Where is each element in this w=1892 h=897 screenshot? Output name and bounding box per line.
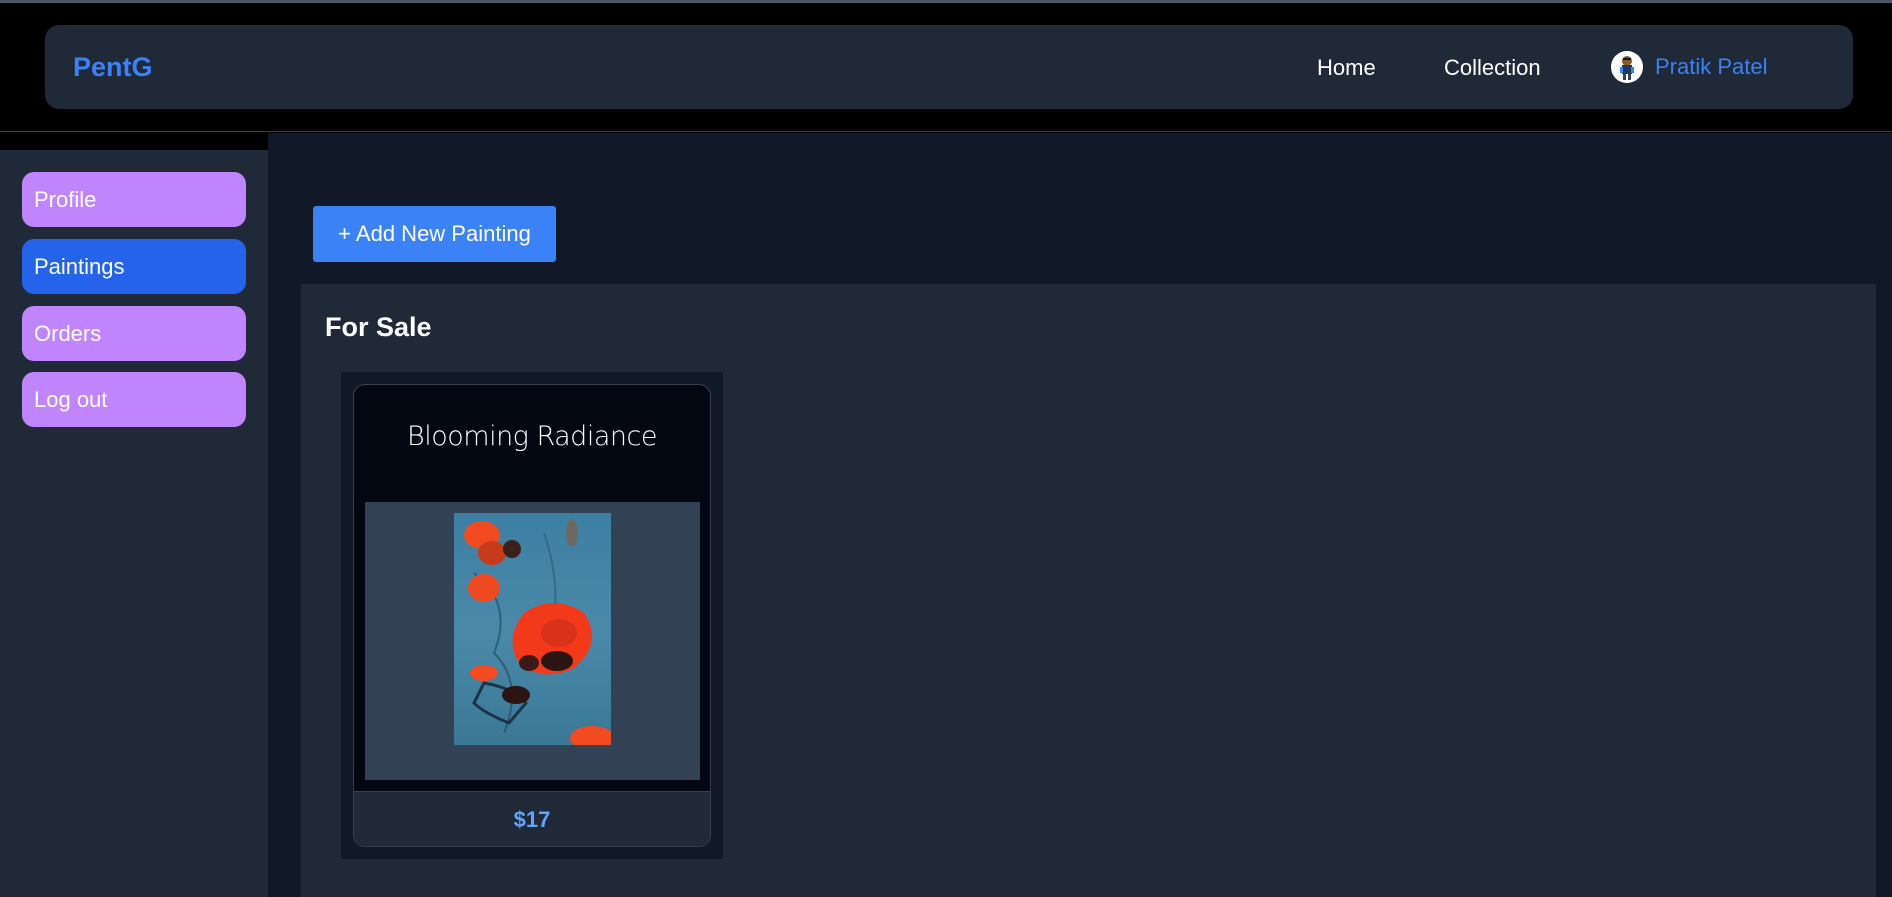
add-new-painting-button[interactable]: + Add New Painting — [313, 206, 556, 262]
sidebar-item-label: Profile — [34, 186, 97, 212]
painting-image-frame — [365, 502, 700, 780]
for-sale-section: For Sale Blooming Radiance $17 — [301, 284, 1876, 897]
nav-collection-link[interactable]: Collection — [1444, 55, 1541, 81]
top-bar: PentG Home Collection Pratik Patel — [0, 0, 1892, 132]
painting-card-container: Blooming Radiance $17 — [341, 372, 723, 859]
section-title: For Sale — [325, 312, 432, 342]
brand-logo[interactable]: PentG — [73, 52, 153, 83]
nav-home-link[interactable]: Home — [1317, 55, 1376, 81]
navbar: PentG Home Collection Pratik Patel — [45, 25, 1853, 109]
sidebar-item-label: Orders — [34, 320, 102, 346]
sidebar-item-orders[interactable]: Orders — [22, 306, 246, 361]
painting-card-footer: $17 — [354, 791, 710, 846]
painting-title: Blooming Radiance — [407, 421, 657, 452]
painting-card[interactable]: Blooming Radiance $17 — [353, 384, 711, 847]
sidebar-item-label: Log out — [34, 386, 108, 412]
sidebar: Profile Paintings Orders Log out — [0, 150, 268, 897]
painting-image — [454, 513, 611, 745]
avatar — [1611, 51, 1643, 83]
sidebar-item-label: Paintings — [34, 253, 125, 279]
user-menu[interactable]: Pratik Patel — [1611, 50, 1768, 84]
abstract-red-poppies-painting — [454, 513, 611, 745]
sidebar-item-profile[interactable]: Profile — [22, 172, 246, 227]
user-name-link[interactable]: Pratik Patel — [1655, 54, 1768, 80]
main-content: + Add New Painting For Sale Blooming Rad… — [268, 133, 1892, 897]
sidebar-item-paintings[interactable]: Paintings — [22, 239, 246, 294]
user-avatar-icon — [1611, 51, 1643, 83]
sidebar-item-logout[interactable]: Log out — [22, 372, 246, 427]
painting-price: $17 — [513, 807, 551, 832]
